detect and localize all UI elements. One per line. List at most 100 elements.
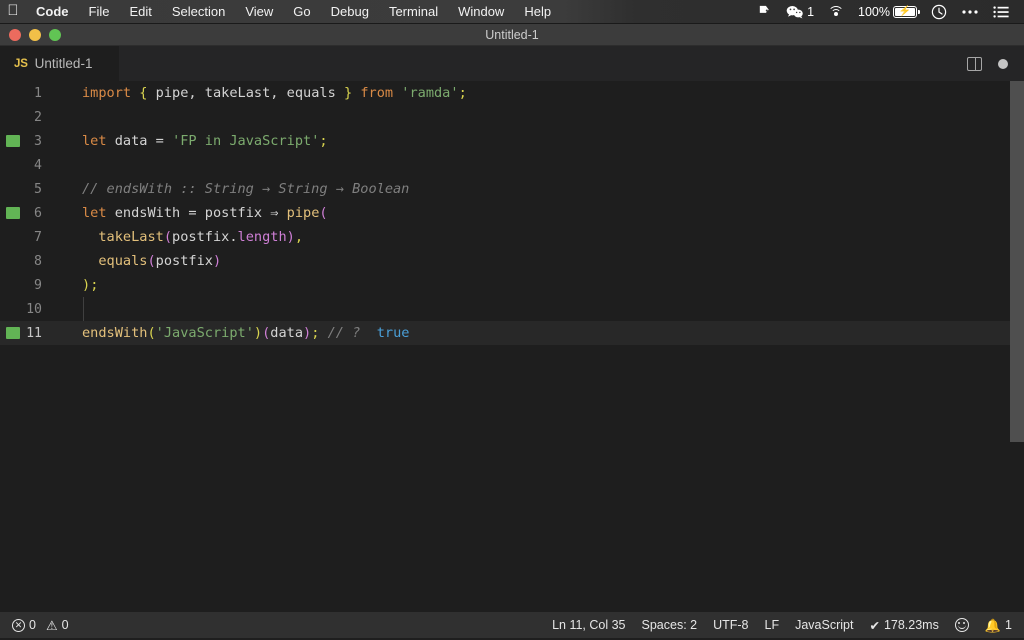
status-language-mode[interactable]: JavaScript	[787, 612, 861, 638]
editor-tab-bar: JS Untitled-1	[0, 46, 1024, 81]
token: let	[82, 205, 107, 221]
token: )	[253, 325, 263, 341]
menu-bar-status-items: 1 100% ⚡	[750, 0, 1024, 23]
token: // ?	[327, 325, 361, 341]
editor-vertical-scrollbar[interactable]	[1010, 81, 1024, 612]
status-bar-right: Ln 11, Col 35 Spaces: 2 UTF-8 LF JavaScr…	[544, 612, 1020, 638]
code-line-3[interactable]: 3 let data = 'FP in JavaScript';	[0, 129, 1024, 153]
wechat-icon	[786, 5, 804, 19]
menu-item-edit[interactable]: Edit	[119, 0, 161, 23]
status-notifications[interactable]: 🔔 1	[977, 612, 1020, 638]
status-runtime[interactable]: ✔ 178.23ms	[861, 612, 946, 638]
wifi-glyph	[828, 5, 845, 18]
window-title: Untitled-1	[485, 27, 539, 42]
status-problems[interactable]: ✕ 0 ⚠ 0	[4, 612, 77, 638]
code-text: let data = 'FP in JavaScript';	[58, 133, 328, 149]
code-line-5[interactable]: 5 // endsWith :: String → String → Boolea…	[0, 177, 1024, 201]
line-number: 8	[34, 253, 42, 269]
code-line-2[interactable]: 2	[0, 105, 1024, 129]
status-encoding[interactable]: UTF-8	[705, 612, 756, 638]
token: equals	[286, 85, 336, 101]
token: 'FP in JavaScript'	[172, 133, 320, 149]
code-text: equals(postfix)	[58, 253, 221, 269]
token: pipe	[286, 205, 320, 221]
code-line-7[interactable]: 7 takeLast(postfix.length),	[0, 225, 1024, 249]
git-added-marker	[6, 327, 20, 339]
menu-item-terminal[interactable]: Terminal	[379, 0, 448, 23]
status-cursor-position[interactable]: Ln 11, Col 35	[544, 612, 633, 638]
menu-item-selection[interactable]: Selection	[162, 0, 235, 23]
ellipsis-icon[interactable]	[954, 0, 986, 23]
code-line-9[interactable]: 9);	[0, 273, 1024, 297]
code-line-11[interactable]: 11 endsWith('JavaScript')(data); // ? tru…	[0, 321, 1024, 345]
do-not-disturb-clock-icon[interactable]	[924, 0, 954, 23]
git-added-marker	[6, 135, 20, 147]
check-icon: ✔	[869, 618, 880, 633]
token: postfix	[155, 253, 213, 269]
wifi-icon[interactable]	[821, 0, 851, 23]
code-editor[interactable]: 1 import { pipe, takeLast, equals } from …	[0, 81, 1024, 612]
error-count: 0	[29, 618, 36, 632]
menu-bar-items:  Code File Edit Selection View Go Debug…	[0, 0, 561, 23]
token: )	[212, 253, 222, 269]
line-number: 9	[34, 277, 42, 293]
menu-item-view[interactable]: View	[235, 0, 283, 23]
token: takeLast	[98, 229, 164, 245]
unsaved-dot-icon[interactable]	[998, 58, 1008, 69]
token: let	[82, 133, 107, 149]
smiley-icon	[954, 618, 969, 632]
menu-item-go[interactable]: Go	[283, 0, 320, 23]
battery-status[interactable]: 100% ⚡	[851, 0, 924, 23]
token: )	[82, 277, 91, 293]
token: )	[303, 325, 312, 341]
code-text: import { pipe, takeLast, equals } from '…	[58, 85, 467, 101]
menu-item-debug[interactable]: Debug	[321, 0, 379, 23]
token: ;	[319, 133, 328, 149]
token: ;	[458, 85, 467, 101]
vscode-window: Untitled-1 JS Untitled-1 1 import { pipe,…	[0, 24, 1024, 640]
code-text: let endsWith = postfix ⇒ pipe(	[58, 205, 328, 221]
code-text: endsWith('JavaScript')(data); // ? true	[58, 325, 409, 341]
token: =	[180, 205, 205, 221]
code-line-4[interactable]: 4	[0, 153, 1024, 177]
git-added-marker	[6, 207, 20, 219]
error-circle-icon: ✕	[12, 618, 25, 632]
code-text: );	[58, 277, 98, 293]
line-number: 5	[34, 181, 42, 197]
token: )	[286, 229, 295, 245]
battery-percent-label: 100%	[858, 4, 890, 19]
token: =	[147, 133, 173, 149]
token: (	[319, 205, 328, 221]
code-line-6[interactable]: 6 let endsWith = postfix ⇒ pipe(	[0, 201, 1024, 225]
menu-item-code[interactable]: Code	[26, 0, 79, 23]
token: 'JavaScript'	[155, 325, 254, 341]
dropbox-icon[interactable]	[750, 0, 779, 23]
menu-item-help[interactable]: Help	[514, 0, 561, 23]
menu-item-window[interactable]: Window	[448, 0, 514, 23]
apple-logo-icon[interactable]: 	[0, 3, 26, 20]
split-editor-icon[interactable]	[967, 56, 982, 71]
status-feedback[interactable]	[947, 612, 977, 638]
bell-icon: 🔔	[984, 617, 1002, 633]
line-number: 10	[26, 301, 42, 317]
menu-item-file[interactable]: File	[79, 0, 120, 23]
token: pipe	[155, 85, 189, 101]
token: (	[147, 325, 156, 341]
tab-untitled-1[interactable]: JS Untitled-1	[0, 46, 120, 81]
code-line-1[interactable]: 1 import { pipe, takeLast, equals } from …	[0, 81, 1024, 105]
token: data	[114, 133, 148, 149]
status-eol[interactable]: LF	[757, 612, 788, 638]
control-center-list-icon[interactable]	[986, 0, 1016, 23]
code-line-8[interactable]: 8 equals(postfix)	[0, 249, 1024, 273]
warning-count: 0	[61, 618, 69, 632]
status-indentation[interactable]: Spaces: 2	[634, 612, 706, 638]
token: data	[270, 325, 304, 341]
code-line-10[interactable]: 10	[0, 297, 1024, 321]
scrollbar-thumb[interactable]	[1010, 81, 1024, 442]
wechat-status[interactable]: 1	[779, 0, 821, 23]
javascript-file-icon: JS	[14, 57, 28, 70]
